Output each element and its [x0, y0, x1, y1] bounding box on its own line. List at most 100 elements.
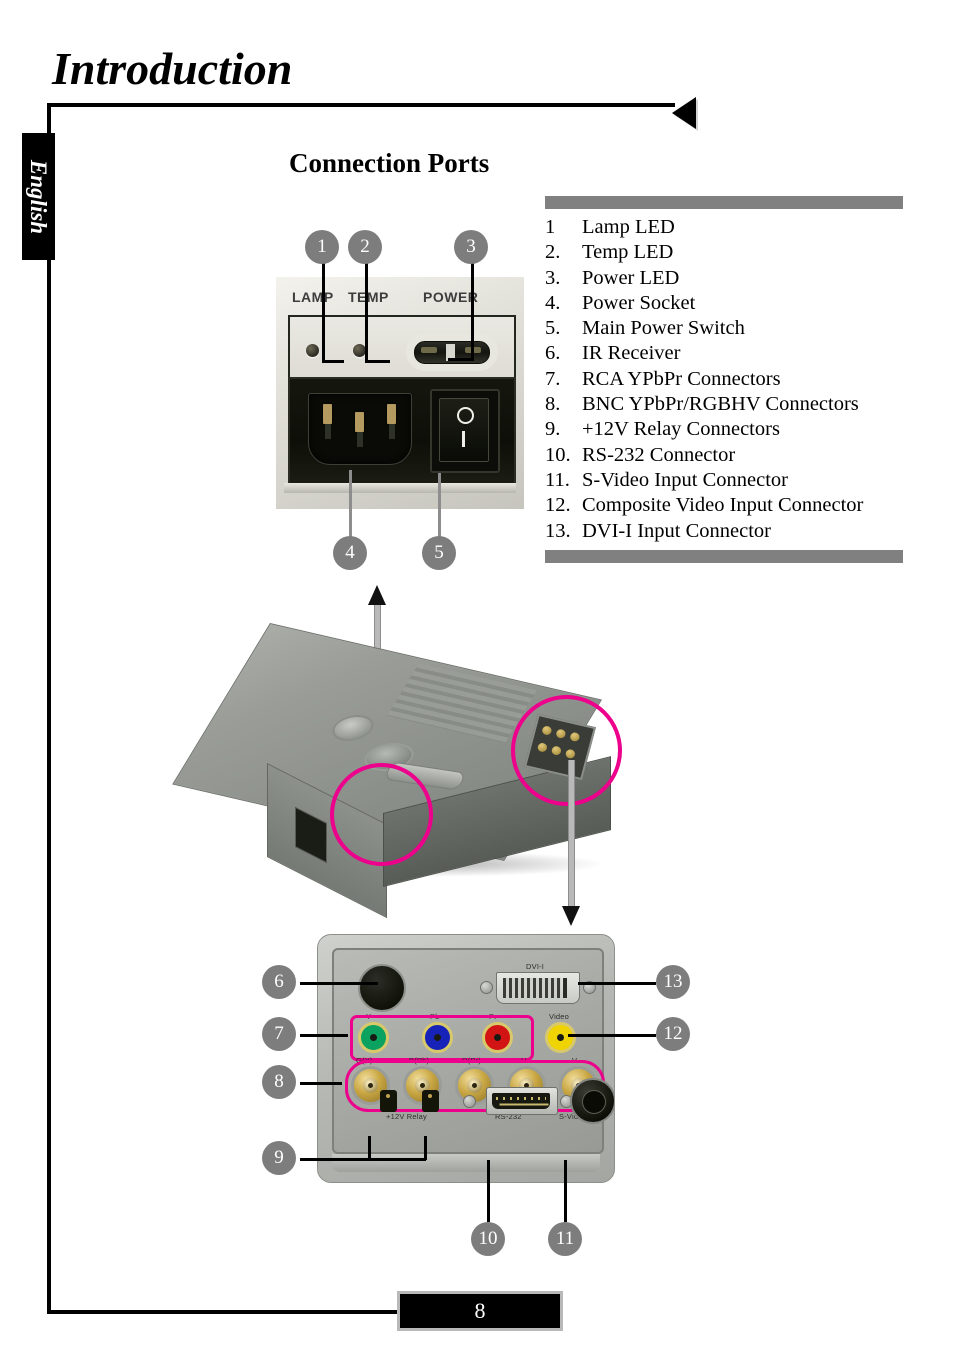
switch-on-mark	[462, 431, 465, 447]
socket-slot	[357, 432, 363, 447]
relay-jack-1-icon	[380, 1090, 397, 1112]
list-item: 6. IR Receiver	[545, 341, 903, 366]
socket-slot	[325, 424, 331, 439]
legend-label: BNC YPbPr/RGBHV Connectors	[582, 393, 859, 416]
language-tab: English	[22, 133, 55, 260]
list-item: 9. +12V Relay Connectors	[545, 417, 903, 442]
temp-label: TEMP	[348, 289, 389, 305]
switch-off-mark	[457, 407, 474, 424]
list-item: 10. RS-232 Connector	[545, 443, 903, 468]
leader-line-4	[349, 470, 352, 542]
socket-pin	[355, 412, 364, 432]
legend-number: 8.	[545, 393, 561, 416]
leader-line-3b	[448, 358, 474, 361]
leader-line-9c	[368, 1158, 426, 1161]
jack-center	[582, 1090, 606, 1114]
legend-label: RS-232 Connector	[582, 443, 736, 466]
legend-number: 4.	[545, 291, 561, 314]
callout-6: 6	[262, 965, 296, 999]
callout-5: 5	[422, 536, 456, 570]
legend-number: 11.	[545, 468, 570, 491]
connector-panel-photo: DVI-I Y Pb Pr Video G(Y) B(Pb) R(Pr) H V	[317, 934, 615, 1183]
list-item: 12. Composite Video Input Connector	[545, 493, 903, 518]
legend-label: Main Power Switch	[582, 317, 745, 340]
legend-number: 2.	[545, 241, 561, 264]
db9-screw	[463, 1095, 476, 1108]
language-tab-label: English	[26, 159, 51, 235]
highlight-circle-rear	[511, 695, 622, 806]
leader-line-7	[300, 1034, 348, 1037]
callout-13: 13	[656, 965, 690, 999]
legend-number: 3.	[545, 266, 561, 289]
relay-label: +12V Relay	[386, 1112, 427, 1121]
projector-photo	[172, 615, 665, 919]
callout-2: 2	[348, 230, 382, 264]
legend-label: Power Socket	[582, 291, 696, 314]
lamp-led-icon	[306, 344, 319, 357]
rs232-connector-icon	[486, 1087, 558, 1115]
leader-line-1b	[322, 360, 344, 363]
panel-bottom-lip	[332, 1154, 600, 1172]
legend-number: 6.	[545, 342, 561, 365]
leader-line-5	[438, 473, 441, 542]
dvi-flat-blade	[563, 978, 567, 998]
dvi-i-connector-icon	[496, 972, 580, 1004]
highlight-box-rca	[350, 1015, 534, 1061]
left-triangle-icon	[672, 97, 696, 129]
leader-line-6	[300, 982, 378, 985]
legend-label: Temp LED	[582, 241, 674, 264]
section-heading: Connection Ports	[289, 148, 490, 178]
callout-8: 8	[262, 1065, 296, 1099]
legend-top-bar	[545, 196, 903, 209]
legend-number: 5.	[545, 317, 561, 340]
list-item: 5. Main Power Switch	[545, 316, 903, 341]
legend-number: 12.	[545, 494, 571, 517]
legend-bottom-bar	[545, 549, 903, 563]
legend-list: 1 Lamp LED 2. Temp LED 3. Power LED 4. Power…	[545, 215, 903, 544]
legend-label: DVI-I Input Connector	[582, 519, 772, 542]
s-video-connector-icon	[570, 1078, 614, 1124]
video-label: Video	[549, 1012, 570, 1021]
connection-ports-legend: 1 Lamp LED 2. Temp LED 3. Power LED 4. Power…	[545, 196, 903, 563]
list-item: 11. S-Video Input Connector	[545, 468, 903, 493]
legend-number: 1	[545, 216, 556, 238]
legend-label: Power LED	[582, 266, 680, 289]
leader-line-13	[578, 982, 656, 985]
connector-panel-recess: DVI-I Y Pb Pr Video G(Y) B(Pb) R(Pr) H V	[332, 948, 614, 1154]
callout-12: 12	[656, 1017, 690, 1051]
legend-label: Composite Video Input Connector	[582, 494, 864, 517]
legend-label: +12V Relay Connectors	[582, 418, 780, 441]
rocker-face	[439, 398, 489, 462]
list-item: 3. Power LED	[545, 266, 903, 291]
frame-bottom-rule	[47, 1310, 397, 1314]
callout-9: 9	[262, 1141, 296, 1175]
legend-number: 10.	[545, 443, 571, 466]
dvi-screw	[480, 981, 493, 994]
leader-line-2b	[365, 360, 390, 363]
relay-jack-2-icon	[422, 1090, 439, 1112]
panel-indicator-labels: LAMP TEMP POWER	[276, 289, 524, 315]
pointer-shaft-down	[568, 760, 575, 910]
frame-top-rule	[47, 103, 675, 107]
panel-lower-edge	[284, 483, 516, 493]
legend-label: RCA YPbPr Connectors	[582, 367, 781, 390]
list-item: 1 Lamp LED	[545, 215, 903, 240]
manual-page: Introduction English Connection Ports 1 L…	[0, 0, 954, 1352]
db9-shell	[492, 1093, 550, 1109]
frame-left-rule	[47, 103, 51, 1314]
list-item: 2. Temp LED	[545, 240, 903, 265]
page-number-badge: 8	[397, 1291, 563, 1331]
led-power-panel-photo: LAMP TEMP POWER	[276, 277, 524, 509]
callout-11: 11	[548, 1222, 582, 1256]
leader-line-11	[564, 1160, 567, 1222]
legend-label: IR Receiver	[582, 342, 681, 365]
leader-line-2	[365, 258, 368, 362]
legend-number: 9.	[545, 418, 561, 441]
leader-line-3	[471, 258, 474, 360]
list-item: 8. BNC YPbPr/RGBHV Connectors	[545, 392, 903, 417]
callout-4: 4	[333, 536, 367, 570]
power-inlet-recess	[288, 377, 516, 485]
leader-line-1	[322, 258, 325, 362]
ir-receiver-icon	[358, 964, 406, 1012]
list-item: 7. RCA YPbPr Connectors	[545, 367, 903, 392]
